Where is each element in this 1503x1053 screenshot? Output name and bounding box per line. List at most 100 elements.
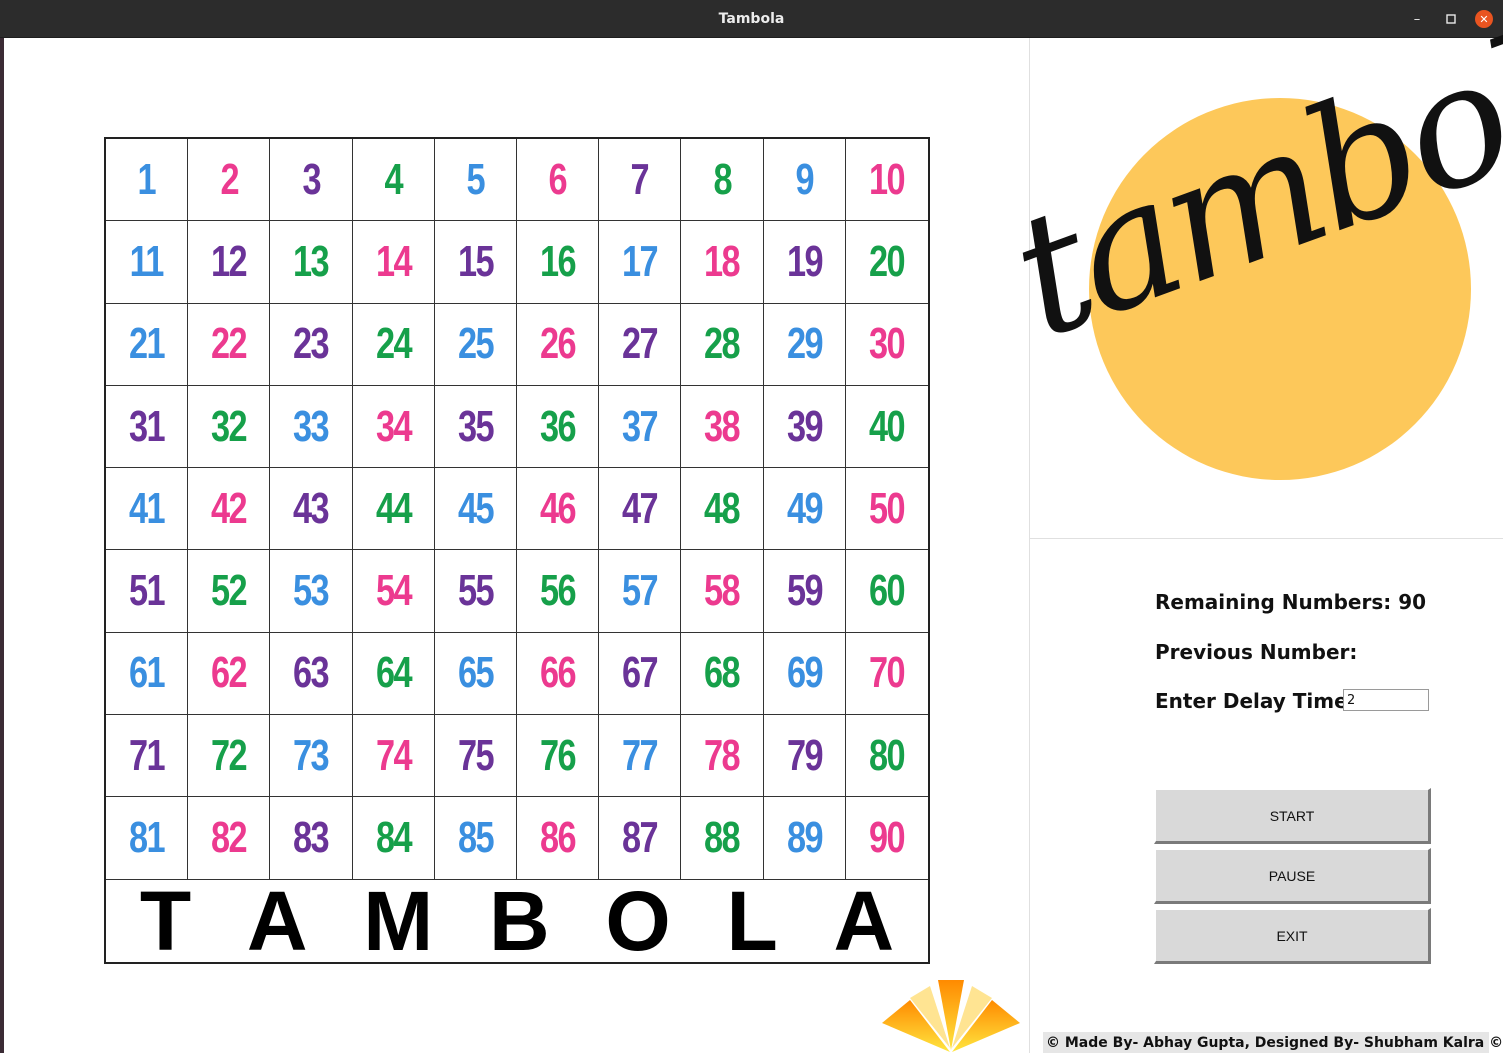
number-cell-value: 81 [129, 813, 166, 863]
number-cell: 25 [434, 303, 517, 386]
pause-button[interactable]: PAUSE [1154, 848, 1431, 904]
number-cell-value: 28 [704, 319, 741, 369]
number-cell-value: 62 [211, 648, 248, 698]
number-cell: 20 [845, 221, 928, 304]
number-cell-value: 82 [211, 813, 248, 863]
number-cell-value: 20 [869, 236, 906, 286]
number-cell: 69 [763, 632, 846, 716]
number-cell: 2 [188, 139, 271, 222]
delay-time-input[interactable] [1343, 689, 1429, 711]
number-cell: 46 [516, 468, 600, 551]
minimize-icon[interactable]: – [1408, 10, 1426, 28]
number-cell-value: 52 [211, 566, 248, 616]
number-cell-value: 42 [211, 483, 248, 533]
number-cell-value: 61 [129, 648, 166, 698]
number-cell-value: 49 [786, 483, 824, 533]
banner-letter: A [246, 874, 308, 968]
number-cell: 15 [434, 221, 517, 304]
number-cell-value: 83 [293, 813, 330, 863]
number-cell: 43 [270, 468, 353, 551]
number-cell: 67 [599, 632, 682, 716]
number-cell-value: 38 [704, 401, 741, 451]
start-button[interactable]: START [1154, 788, 1431, 844]
banner-letter: A [833, 874, 895, 968]
number-cell-value: 5 [466, 154, 486, 204]
number-cell-value: 30 [869, 319, 906, 369]
number-cell: 47 [599, 468, 682, 551]
number-cell: 59 [763, 550, 846, 633]
number-cell: 74 [352, 715, 435, 798]
footer-credit: © Made By- Abhay Gupta, Designed By- Shu… [1043, 1032, 1503, 1053]
number-cell: 71 [106, 715, 189, 798]
number-cell: 7 [599, 139, 682, 222]
number-cell-value: 46 [539, 483, 577, 533]
number-cell: 32 [188, 385, 271, 469]
number-cell: 16 [516, 221, 600, 304]
number-cell-value: 79 [786, 730, 824, 780]
number-cell-value: 74 [375, 730, 413, 780]
number-cell-value: 58 [704, 566, 741, 616]
number-cell-value: 8 [713, 154, 732, 204]
number-cell-value: 50 [869, 483, 906, 533]
number-cell: 24 [352, 303, 435, 386]
number-cell-value: 37 [622, 401, 659, 451]
number-cell-value: 75 [457, 730, 495, 780]
number-cell-value: 89 [786, 813, 824, 863]
number-cell-value: 45 [457, 483, 495, 533]
number-cell: 61 [106, 632, 189, 716]
number-cell: 70 [845, 633, 928, 716]
banner-letter: M [363, 874, 434, 968]
banner-letter: T [139, 874, 192, 968]
number-cell-value: 16 [539, 236, 577, 286]
number-cell: 54 [352, 550, 435, 633]
number-cell: 21 [106, 303, 189, 386]
banner-letter: O [605, 874, 671, 968]
number-cell-value: 73 [293, 730, 330, 780]
number-cell-value: 31 [129, 401, 166, 451]
number-cell-value: 21 [129, 319, 166, 369]
number-cell: 34 [352, 385, 435, 469]
number-cell: 64 [352, 632, 435, 716]
number-cell: 10 [845, 139, 928, 222]
number-cell: 65 [434, 632, 517, 716]
number-cell-value: 67 [622, 648, 659, 698]
number-cell: 1 [106, 139, 189, 222]
number-cell-value: 69 [786, 648, 824, 698]
number-cell-value: 64 [375, 648, 413, 698]
number-cell: 84 [352, 797, 435, 880]
number-cell: 66 [516, 632, 600, 716]
number-cell-value: 55 [457, 566, 495, 616]
exit-button[interactable]: EXIT [1154, 908, 1431, 964]
number-cell: 45 [434, 468, 517, 551]
number-cell-value: 23 [293, 319, 330, 369]
number-cell-value: 86 [539, 813, 577, 863]
number-cell-value: 35 [457, 401, 495, 451]
number-cell: 18 [681, 221, 764, 304]
number-cell: 38 [681, 385, 764, 469]
number-cell-value: 54 [375, 566, 413, 616]
number-cell: 78 [681, 715, 764, 798]
number-cell-value: 3 [302, 154, 321, 204]
number-cell: 80 [845, 715, 928, 798]
number-cell-value: 27 [622, 319, 659, 369]
number-cell-value: 84 [375, 813, 413, 863]
number-cell-value: 1 [137, 154, 157, 204]
number-cell-value: 87 [622, 813, 659, 863]
number-cell: 26 [516, 303, 600, 386]
number-cell: 86 [516, 797, 600, 880]
number-cell-value: 48 [704, 483, 741, 533]
number-cell-value: 39 [786, 401, 824, 451]
number-cell-value: 60 [869, 566, 906, 616]
number-cell: 62 [188, 632, 271, 716]
number-grid: 1 2 3 4 5 6 7 8 9 10 11 12 13 14 15 16 17 18 19 20 21 22 23 24 2… [106, 139, 928, 880]
number-cell: 30 [845, 304, 928, 386]
number-cell-value: 41 [129, 483, 166, 533]
number-cell-value: 63 [293, 648, 330, 698]
burst-icon [882, 980, 1020, 1052]
number-cell-value: 15 [457, 236, 495, 286]
number-cell-value: 32 [211, 401, 248, 451]
number-cell-value: 88 [704, 813, 741, 863]
number-cell-value: 24 [375, 319, 413, 369]
number-board: 1 2 3 4 5 6 7 8 9 10 11 12 13 14 15 16 17 18 19 20 21 22 23 24 2… [104, 137, 930, 964]
number-cell: 29 [763, 303, 846, 386]
